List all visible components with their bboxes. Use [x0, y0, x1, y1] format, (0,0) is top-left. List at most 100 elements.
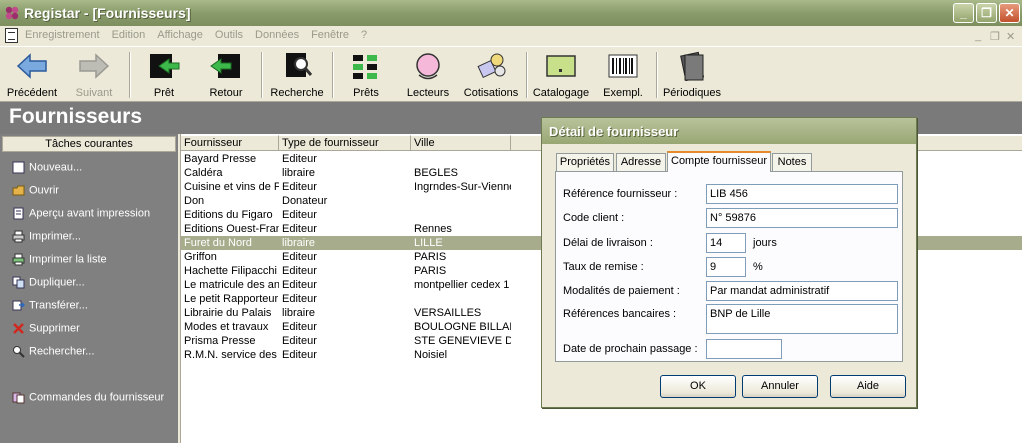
column-header-ville[interactable]: Ville	[411, 135, 511, 151]
task-apercu[interactable]: Aperçu avant impression	[12, 207, 150, 225]
task-commandes-fournisseur[interactable]: Commandes du fournisseur	[12, 391, 164, 409]
tab-compte-fournisseur[interactable]: Compte fournisseur	[667, 151, 771, 172]
loan-out-icon	[150, 54, 180, 78]
catalog-icon	[546, 55, 576, 77]
task-transferer[interactable]: Transférer...	[12, 299, 88, 317]
cell-fournisseur: Griffon	[184, 251, 217, 263]
task-supprimer[interactable]: Supprimer	[12, 322, 80, 340]
suivant-button[interactable]: Suivant	[66, 51, 122, 101]
mdi-restore-button[interactable]: ❐	[990, 30, 1000, 43]
cell-fournisseur: R.M.N. service des	[184, 349, 277, 361]
help-button[interactable]: Aide	[830, 375, 906, 398]
cell-ville: montpellier cedex 1	[414, 279, 510, 291]
task-dupliquer[interactable]: Dupliquer...	[12, 276, 85, 294]
tab-adresse[interactable]: Adresse	[616, 153, 666, 171]
cotisations-button[interactable]: Cotisations	[460, 51, 522, 101]
print-list-icon	[12, 253, 25, 266]
cell-type: Editeur	[282, 321, 317, 333]
prets-button[interactable]: Prêts	[340, 51, 392, 101]
tab-notes[interactable]: Notes	[772, 153, 812, 171]
transfer-icon	[12, 299, 26, 312]
supplier-detail-dialog: Détail de fournisseur Propriétés Adresse…	[541, 117, 917, 408]
maximize-button[interactable]: ❐	[976, 3, 997, 23]
periodicals-icon	[680, 51, 705, 81]
print-preview-icon	[12, 207, 25, 220]
task-nouveau[interactable]: Nouveau...	[12, 161, 82, 179]
loan-return-icon	[210, 54, 240, 78]
code-client-field[interactable]: N° 59876	[706, 208, 898, 228]
task-imprimer-liste[interactable]: Imprimer la liste	[12, 253, 107, 271]
barcode-icon	[608, 54, 638, 78]
duplicate-icon	[12, 276, 25, 289]
cell-ville: STE GENEVIEVE D	[414, 335, 511, 347]
menu-affichage[interactable]: Affichage	[157, 29, 203, 41]
coins-icon	[477, 53, 506, 79]
recherche-button[interactable]: Recherche	[268, 51, 326, 101]
periodiques-button[interactable]: Périodiques	[662, 51, 722, 101]
toolbar-separator	[129, 52, 131, 98]
exemplaires-button[interactable]: Exempl.	[596, 51, 650, 101]
arrow-right-icon	[79, 53, 110, 79]
cell-fournisseur: Prisma Presse	[184, 335, 256, 347]
open-folder-icon	[12, 184, 25, 197]
delai-field[interactable]: 14	[706, 233, 746, 253]
cancel-button[interactable]: Annuler	[742, 375, 818, 398]
new-document-icon	[12, 161, 25, 174]
reference-label: Référence fournisseur :	[563, 188, 678, 200]
toolbar-separator	[261, 52, 263, 98]
mdi-close-button[interactable]: ✕	[1006, 30, 1015, 43]
menu-donnees[interactable]: Données	[255, 29, 299, 41]
window-title: Registar - [Fournisseurs]	[24, 5, 191, 21]
cell-type: Editeur	[282, 293, 317, 305]
loans-list-icon	[353, 55, 377, 79]
taux-field[interactable]: 9	[706, 257, 746, 277]
menu-edition[interactable]: Edition	[112, 29, 146, 41]
menu-outils[interactable]: Outils	[215, 29, 243, 41]
cell-fournisseur: Editions Ouest-Franc	[184, 223, 279, 235]
cell-ville: LILLE	[414, 237, 443, 249]
ok-button[interactable]: OK	[660, 375, 736, 398]
printer-icon	[12, 230, 25, 243]
retour-button[interactable]: Retour	[200, 51, 252, 101]
references-bancaires-field[interactable]: BNP de Lille	[706, 304, 898, 334]
date-passage-field[interactable]	[706, 339, 782, 359]
cell-ville: PARIS	[414, 265, 447, 277]
minimize-button[interactable]: _	[953, 3, 974, 23]
tab-proprietes[interactable]: Propriétés	[556, 153, 614, 171]
cell-type: Editeur	[282, 349, 317, 361]
cell-type: libraire	[282, 167, 316, 179]
cell-type: Editeur	[282, 279, 317, 291]
task-ouvrir[interactable]: Ouvrir	[12, 184, 59, 202]
task-rechercher[interactable]: Rechercher...	[12, 345, 94, 363]
close-button[interactable]: ✕	[999, 3, 1020, 23]
cell-fournisseur: Don	[184, 195, 205, 207]
cell-fournisseur: Bayard Presse	[184, 153, 257, 165]
column-header-type[interactable]: Type de fournisseur	[279, 135, 411, 151]
menu-help[interactable]: ?	[361, 29, 367, 41]
arrow-left-icon	[16, 53, 47, 79]
menu-fenetre[interactable]: Fenêtre	[311, 29, 349, 41]
modalites-field[interactable]: Par mandat administratif	[706, 281, 898, 301]
reference-field[interactable]: LIB 456	[706, 184, 898, 204]
lecteurs-button[interactable]: Lecteurs	[402, 51, 454, 101]
taux-unit: %	[753, 261, 763, 273]
pret-button[interactable]: Prêt	[138, 51, 190, 101]
taux-label: Taux de remise :	[563, 261, 644, 273]
cell-type: Donateur	[282, 195, 328, 207]
cell-fournisseur: Caldéra	[184, 167, 223, 179]
menu-enregistrement[interactable]: Enregistrement	[25, 29, 100, 41]
catalogage-button[interactable]: Catalogage	[530, 51, 592, 101]
cell-type: libraire	[282, 237, 316, 249]
delai-label: Délai de livraison :	[563, 237, 653, 249]
cell-ville: BEGLES	[414, 167, 459, 179]
document-icon[interactable]	[5, 28, 18, 43]
orders-icon	[12, 391, 25, 404]
cell-ville: Noisiel	[414, 349, 448, 361]
mdi-minimize-button[interactable]: _	[975, 30, 981, 42]
cell-ville: Rennes	[414, 223, 452, 235]
precedent-button[interactable]: Précédent	[4, 51, 60, 101]
delai-unit: jours	[753, 237, 777, 249]
cell-ville: BOULOGNE BILLAN	[414, 321, 511, 333]
task-imprimer[interactable]: Imprimer...	[12, 230, 81, 248]
column-header-fournisseur[interactable]: Fournisseur	[181, 135, 279, 151]
